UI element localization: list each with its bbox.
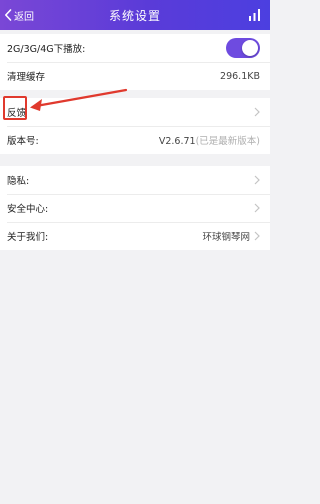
chevron-right-icon [254,175,260,185]
about-us-label: 关于我们: [7,232,49,243]
security-center-label: 安全中心: [7,204,49,215]
annotation-arrow-icon [30,88,128,111]
play-on-cellular-toggle[interactable] [226,38,260,58]
security-center-row[interactable]: 安全中心: [0,194,270,222]
version-row: 版本号: V2.6.71(已是最新版本) [0,126,270,154]
play-on-cellular-label: 2G/3G/4G下播放: [7,44,86,55]
navigation-bar: 返回 系统设置 [0,0,270,30]
privacy-row[interactable]: 隐私: [0,166,270,194]
about-us-row[interactable]: 关于我们: 环球钢琴网 [0,222,270,250]
version-value: V2.6.71(已是最新版本) [159,133,260,147]
page-title: 系统设置 [108,8,161,23]
chevron-right-icon [254,203,260,213]
version-label: 版本号: [7,136,39,147]
about-us-value: 环球钢琴网 [202,232,250,243]
version-number: V2.6.71 [158,136,196,147]
version-note: (已是最新版本) [195,136,260,147]
chevron-right-icon [254,231,260,241]
settings-group-playback: 2G/3G/4G下播放: 清理缓存 296.1KB [0,34,270,90]
play-on-cellular-row: 2G/3G/4G下播放: [0,34,270,62]
cache-size-value: 296.1KB [220,70,260,82]
clear-cache-label: 清理缓存 [7,72,46,83]
stats-icon[interactable] [249,9,260,21]
toggle-knob [242,40,258,56]
privacy-label: 隐私: [7,176,30,187]
settings-group-info: 隐私: 安全中心: 关于我们: 环球钢琴网 [0,166,270,250]
chevron-right-icon [254,107,260,117]
